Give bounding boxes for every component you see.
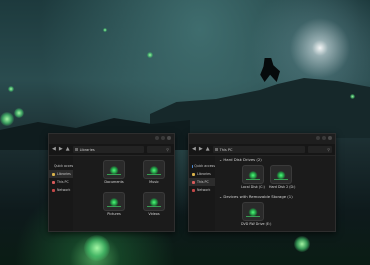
search-input[interactable]: ⚲ bbox=[147, 146, 171, 153]
back-arrow-icon[interactable]: ◀ bbox=[52, 147, 56, 152]
libraries-window[interactable]: ◀ ▶ ▲ Libraries ⚲ Quick access Libraries… bbox=[48, 133, 175, 232]
computer-small-icon bbox=[214, 148, 218, 151]
maximize-button[interactable] bbox=[161, 136, 165, 140]
chevron-down-icon: ⌄ bbox=[219, 194, 223, 199]
sidebar-item-this-pc[interactable]: This PC bbox=[49, 178, 73, 186]
forward-arrow-icon[interactable]: ▶ bbox=[59, 147, 63, 152]
folder-documents[interactable]: Documents bbox=[103, 160, 125, 186]
minimize-button[interactable] bbox=[316, 136, 320, 140]
computer-icon bbox=[192, 180, 195, 184]
search-input[interactable]: ⚲ bbox=[308, 146, 332, 153]
glow-orb bbox=[350, 94, 355, 99]
group-removable-storage[interactable]: ⌄ Devices with Removable Storage (1) bbox=[219, 194, 293, 199]
maximize-button[interactable] bbox=[322, 136, 326, 140]
drive-local-disk-c[interactable]: Local Disk (C:) bbox=[241, 165, 265, 189]
network-icon bbox=[192, 188, 195, 192]
folder-music[interactable]: Music bbox=[143, 160, 165, 186]
folder-icon bbox=[103, 160, 125, 179]
glow-orb bbox=[14, 108, 24, 118]
sidebar-item-network[interactable]: Network bbox=[49, 186, 73, 194]
breadcrumb: This PC bbox=[219, 147, 233, 152]
navigation-pane: Quick access Libraries This PC Network bbox=[189, 156, 215, 231]
close-button[interactable] bbox=[328, 136, 332, 140]
drive-icon bbox=[270, 165, 292, 184]
chevron-down-icon: ⌄ bbox=[219, 157, 223, 162]
search-icon: ⚲ bbox=[327, 147, 330, 152]
glow-orb bbox=[8, 86, 14, 92]
sidebar-item-quick-access[interactable]: Quick access bbox=[189, 162, 215, 170]
folder-icon bbox=[143, 160, 165, 179]
glow-orb bbox=[84, 235, 110, 261]
folder-videos[interactable]: Videos bbox=[143, 192, 165, 218]
glow-orb bbox=[294, 236, 310, 252]
sidebar-item-libraries[interactable]: Libraries bbox=[189, 170, 215, 178]
glow-orb bbox=[103, 28, 107, 32]
folder-icon bbox=[103, 192, 125, 211]
sidebar-item-network[interactable]: Network bbox=[189, 186, 215, 194]
computer-icon bbox=[52, 180, 55, 184]
drive-icon bbox=[242, 165, 264, 184]
search-icon: ⚲ bbox=[166, 147, 169, 152]
minimize-button[interactable] bbox=[155, 136, 159, 140]
folder-pictures[interactable]: Pictures bbox=[103, 192, 125, 218]
sidebar-item-quick-access[interactable]: Quick access bbox=[49, 162, 75, 170]
library-icon bbox=[52, 172, 55, 176]
drive-icon bbox=[242, 202, 264, 221]
address-toolbar: ◀ ▶ ▲ This PC ⚲ bbox=[189, 144, 335, 156]
navigation-pane: Quick access Libraries This PC Network bbox=[49, 156, 75, 231]
breadcrumb: Libraries bbox=[79, 147, 95, 152]
folder-small-icon bbox=[74, 148, 78, 151]
address-toolbar: ◀ ▶ ▲ Libraries ⚲ bbox=[49, 144, 174, 156]
drive-dvd-e[interactable]: DVD RW Drive (E:) bbox=[241, 202, 271, 226]
up-arrow-icon[interactable]: ▲ bbox=[206, 147, 210, 152]
sidebar-item-libraries[interactable]: Libraries bbox=[49, 170, 73, 178]
close-button[interactable] bbox=[167, 136, 171, 140]
file-view: Documents Music Pictures Videos bbox=[73, 156, 174, 231]
glow-orb bbox=[0, 112, 14, 126]
library-icon bbox=[192, 172, 195, 176]
forward-arrow-icon[interactable]: ▶ bbox=[199, 147, 203, 152]
title-bar[interactable] bbox=[49, 134, 174, 144]
address-bar[interactable]: This PC bbox=[212, 146, 305, 153]
sidebar-item-this-pc[interactable]: This PC bbox=[189, 178, 215, 186]
glow-orb bbox=[147, 52, 153, 58]
group-hard-disk-drives[interactable]: ⌄ Hard Disk Drives (2) bbox=[219, 157, 262, 162]
up-arrow-icon[interactable]: ▲ bbox=[66, 147, 70, 152]
folder-icon bbox=[143, 192, 165, 211]
title-bar[interactable] bbox=[189, 134, 335, 144]
file-view: ⌄ Hard Disk Drives (2) Local Disk (C:) H… bbox=[215, 156, 335, 231]
drive-hard-disk-d[interactable]: Hard Disk 2 (D:) bbox=[269, 165, 295, 189]
network-icon bbox=[52, 188, 55, 192]
address-bar[interactable]: Libraries bbox=[72, 146, 144, 153]
this-pc-window[interactable]: ◀ ▶ ▲ This PC ⚲ Quick access Libraries T… bbox=[188, 133, 336, 232]
back-arrow-icon[interactable]: ◀ bbox=[192, 147, 196, 152]
